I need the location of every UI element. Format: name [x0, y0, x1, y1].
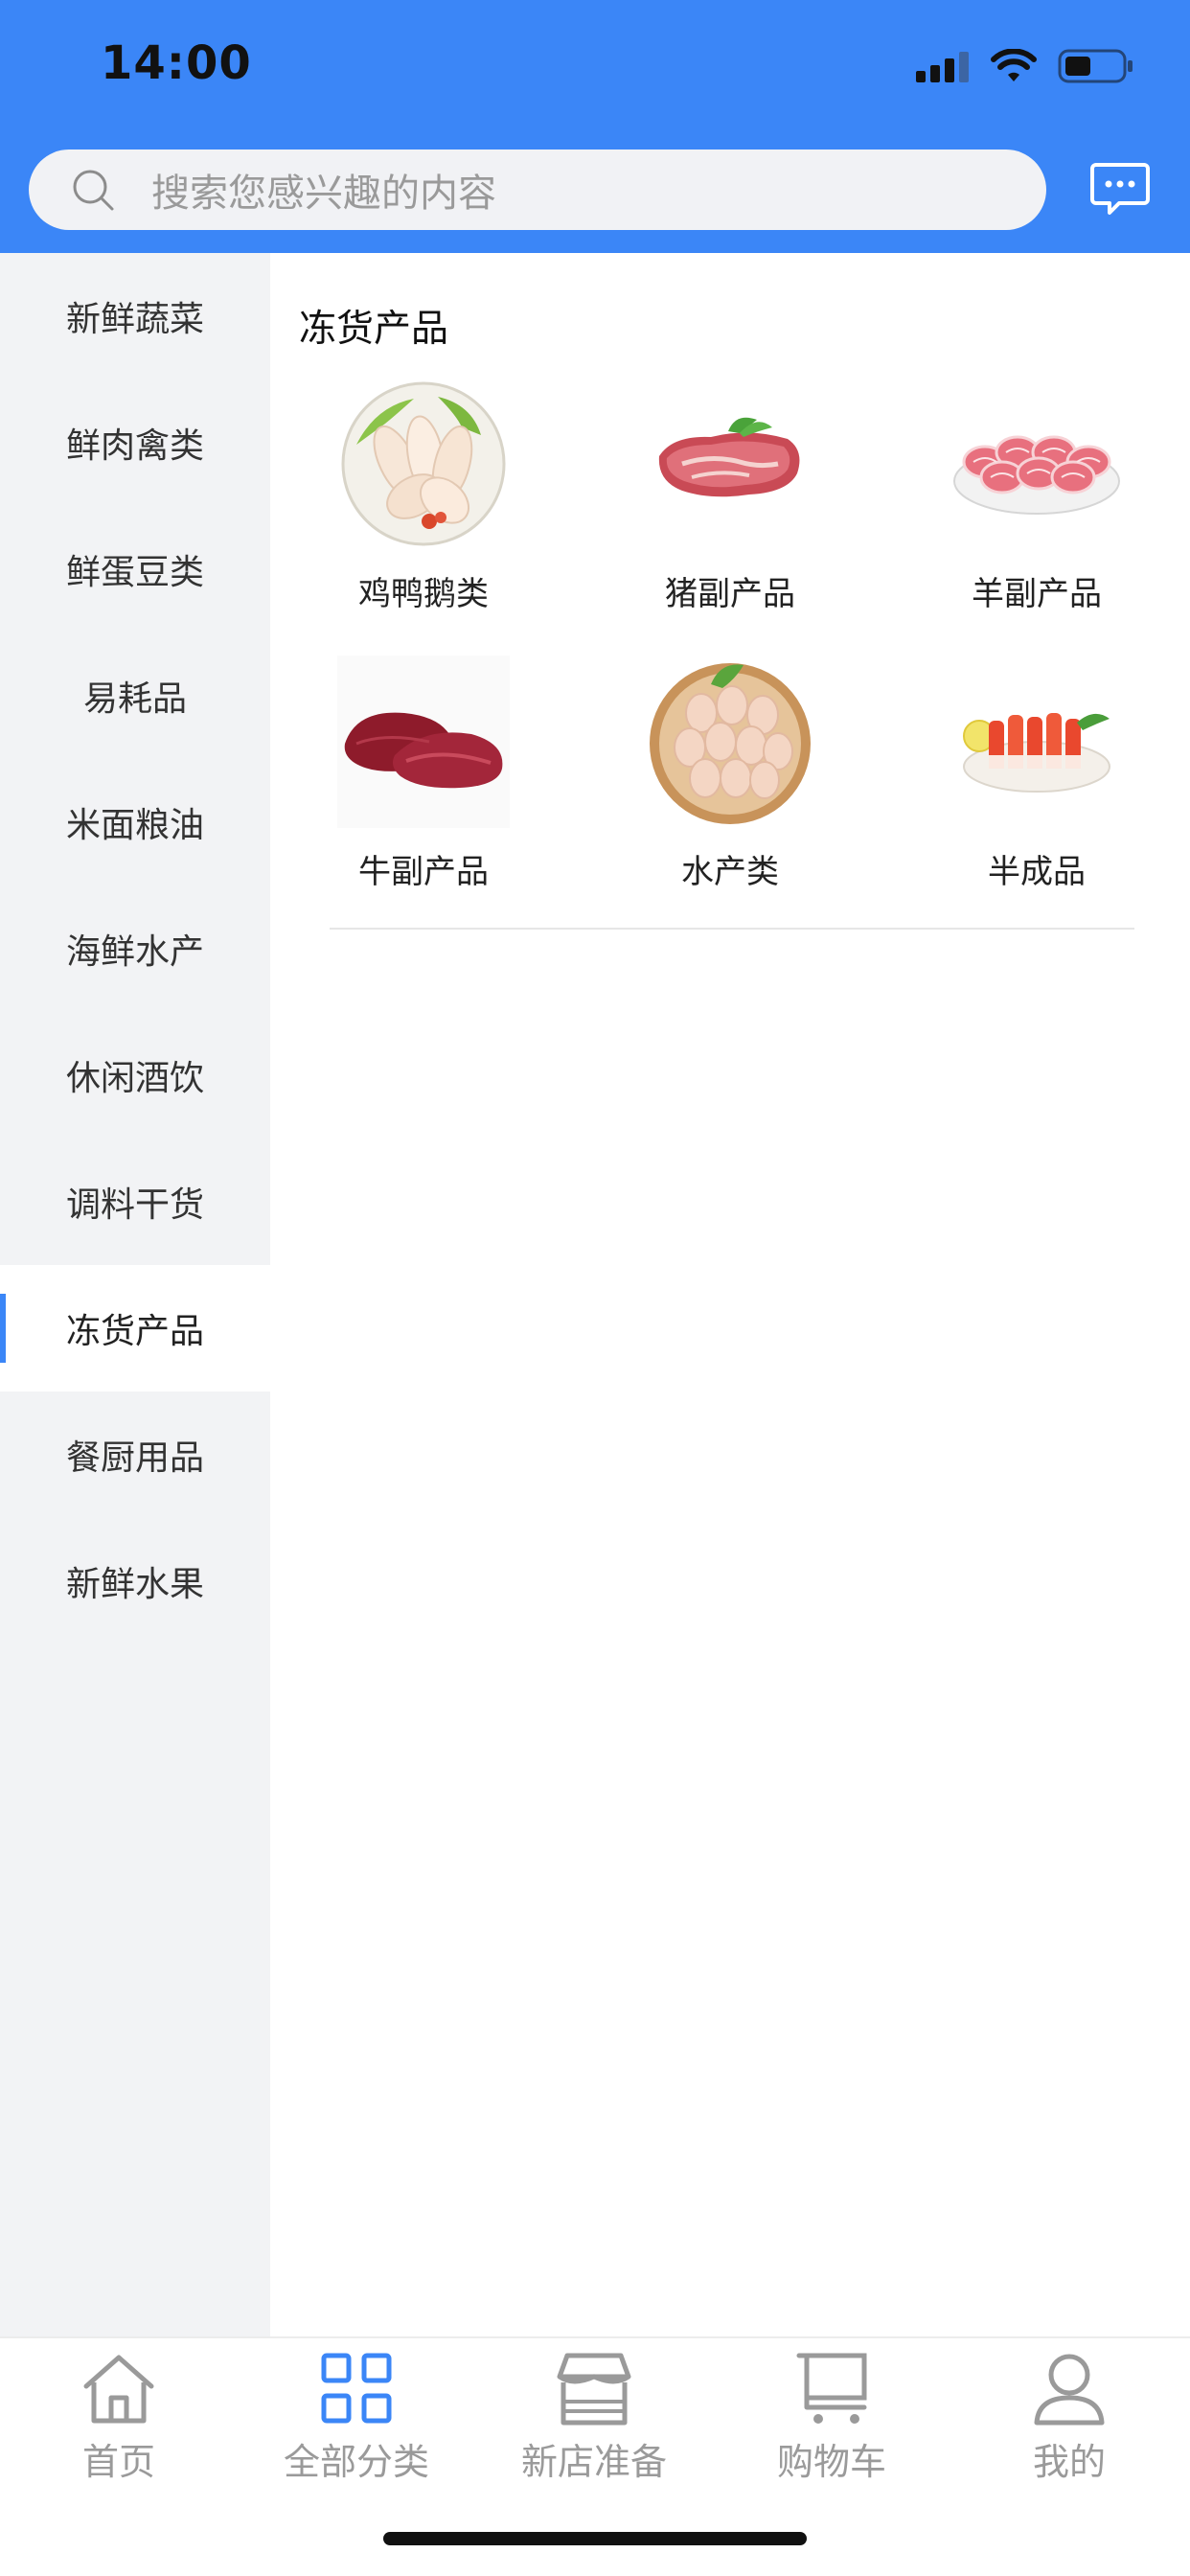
product-item[interactable]: 水产类 — [577, 656, 883, 905]
home-indicator — [383, 2532, 807, 2545]
sidebar-item-snacks-drinks[interactable]: 休闲酒饮 — [0, 1012, 270, 1138]
product-label: 水产类 — [681, 853, 779, 891]
product-item[interactable]: 鸡鸭鹅类 — [270, 378, 577, 627]
sidebar-item-label: 鲜肉禽类 — [65, 426, 204, 466]
section-title: 冻货产品 — [299, 308, 449, 351]
tab-home[interactable]: 首页 — [0, 2348, 238, 2492]
crab-sticks-image — [963, 713, 1110, 793]
product-label: 猪副产品 — [665, 575, 795, 613]
category-content: 冻货产品 鸡鸭鹅类 猪副产品 羊副产品 牛副产品 水产类 半成品 — [270, 253, 1190, 2336]
wifi-icon — [991, 49, 1037, 81]
sidebar-item-fresh-fruit[interactable]: 新鲜水果 — [0, 1518, 270, 1644]
status-time: 14:00 — [101, 36, 252, 90]
tab-label: 新店准备 — [520, 2441, 667, 2483]
product-item[interactable]: 半成品 — [883, 656, 1190, 905]
pork-steak-image — [658, 417, 800, 497]
lamb-rolls-image — [953, 435, 1120, 515]
sidebar-item-label: 米面粮油 — [65, 806, 204, 845]
beef-image — [337, 656, 510, 828]
sidebar-item-rice-flour-oil[interactable]: 米面粮油 — [0, 759, 270, 886]
sidebar-item-fresh-meat-poultry[interactable]: 鲜肉禽类 — [0, 380, 270, 506]
search-input[interactable]: 搜索您感兴趣的内容 — [29, 150, 1046, 230]
sidebar-item-label: 餐厨用品 — [65, 1438, 204, 1478]
sidebar-item-frozen-goods[interactable]: 冻货产品 — [0, 1265, 270, 1392]
status-icons — [916, 42, 1134, 90]
product-item[interactable]: 猪副产品 — [577, 378, 883, 627]
sidebar-item-label: 海鲜水产 — [65, 932, 204, 972]
grid-icon — [321, 2353, 392, 2424]
search-icon — [73, 170, 114, 211]
store-icon — [557, 2353, 631, 2426]
message-icon[interactable] — [1090, 161, 1150, 217]
product-grid: 鸡鸭鹅类 猪副产品 羊副产品 牛副产品 水产类 半成品 — [270, 378, 1190, 905]
sidebar-item-label: 易耗品 — [82, 679, 187, 719]
app-screen: 14:00 搜索您感兴趣的内容 新鲜蔬菜 鲜肉禽类 鲜蛋豆类 易耗品 米面粮油 … — [0, 0, 1190, 2576]
sidebar-item-seafood[interactable]: 海鲜水产 — [0, 886, 270, 1012]
product-item[interactable]: 牛副产品 — [270, 656, 577, 905]
sidebar-item-label: 调料干货 — [65, 1185, 204, 1225]
signal-icon — [916, 52, 969, 82]
product-label: 牛副产品 — [358, 853, 489, 891]
category-sidebar: 新鲜蔬菜 鲜肉禽类 鲜蛋豆类 易耗品 米面粮油 海鲜水产 休闲酒饮 调料干货 冻… — [0, 253, 270, 2336]
sidebar-item-seasonings[interactable]: 调料干货 — [0, 1138, 270, 1265]
sidebar-item-label: 休闲酒饮 — [65, 1059, 204, 1098]
cart-icon — [796, 2353, 867, 2424]
tab-label: 全部分类 — [283, 2441, 429, 2483]
user-icon — [1034, 2354, 1105, 2426]
tab-label: 购物车 — [776, 2441, 886, 2483]
sidebar-item-label: 新鲜水果 — [65, 1565, 204, 1604]
tab-cart[interactable]: 购物车 — [713, 2348, 950, 2492]
tab-label: 首页 — [81, 2441, 155, 2483]
product-label: 羊副产品 — [972, 575, 1102, 613]
tab-profile[interactable]: 我的 — [950, 2348, 1188, 2492]
sidebar-item-label: 冻货产品 — [65, 1312, 204, 1351]
sidebar-item-label: 新鲜蔬菜 — [65, 300, 204, 339]
divider — [330, 928, 1134, 930]
chicken-wings-image — [341, 381, 506, 546]
header: 14:00 搜索您感兴趣的内容 — [0, 0, 1190, 253]
product-label: 鸡鸭鹅类 — [358, 575, 489, 613]
sidebar-item-label: 鲜蛋豆类 — [65, 553, 204, 592]
tab-all-categories[interactable]: 全部分类 — [238, 2348, 475, 2492]
tab-new-store[interactable]: 新店准备 — [475, 2348, 713, 2492]
product-label: 半成品 — [988, 853, 1086, 891]
sidebar-item-fresh-vegetables[interactable]: 新鲜蔬菜 — [0, 253, 270, 380]
tab-label: 我的 — [1032, 2441, 1106, 2483]
home-icon — [83, 2355, 154, 2424]
sidebar-item-eggs-beans[interactable]: 鲜蛋豆类 — [0, 506, 270, 632]
battery-icon — [1058, 49, 1133, 83]
product-item[interactable]: 羊副产品 — [883, 378, 1190, 627]
sidebar-item-consumables[interactable]: 易耗品 — [0, 632, 270, 759]
eggs-basket-image — [650, 663, 811, 824]
sidebar-item-kitchen-supplies[interactable]: 餐厨用品 — [0, 1392, 270, 1518]
search-placeholder: 搜索您感兴趣的内容 — [151, 172, 496, 216]
